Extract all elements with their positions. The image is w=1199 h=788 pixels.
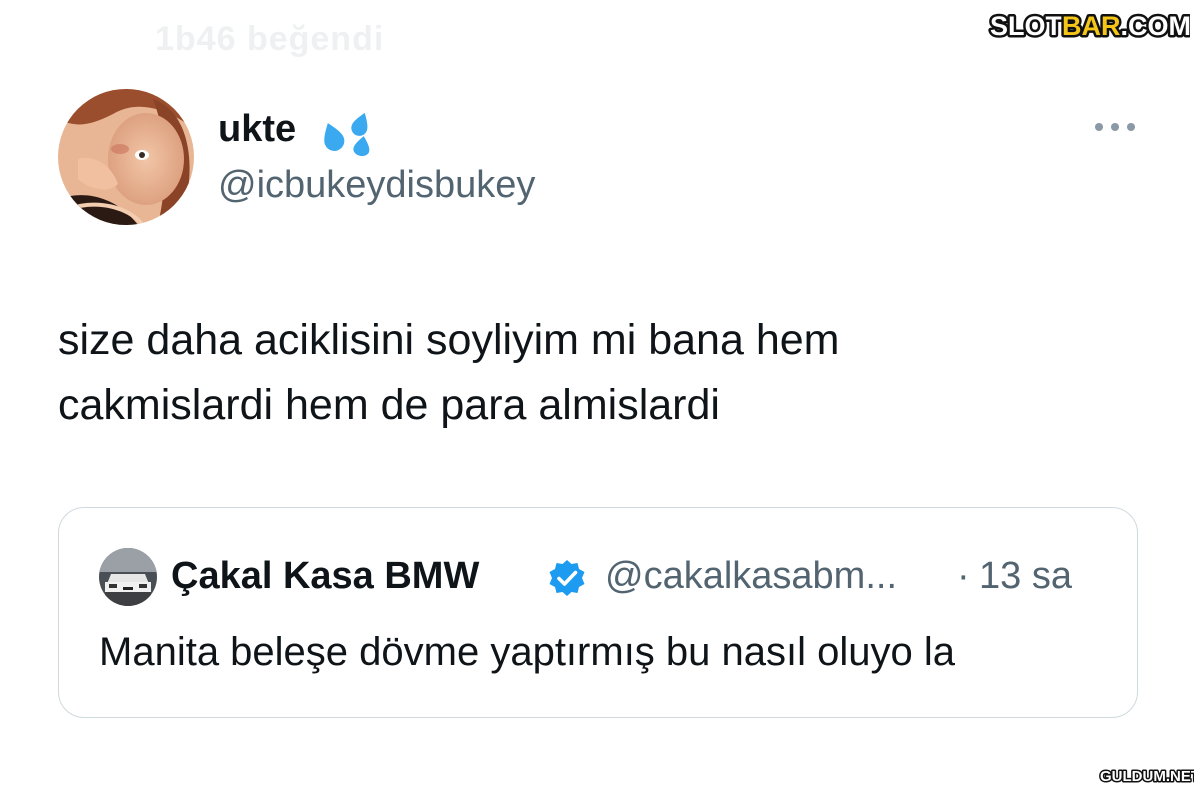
tweet-text-line: size daha aciklisini soyliyim mi bana he… xyxy=(58,316,840,364)
quoted-tweet-card[interactable]: Çakal Kasa BMW @cakalkasabm... · 13 sa M… xyxy=(58,507,1138,718)
author-display-name[interactable]: ukte xyxy=(218,108,296,151)
quoted-author-name[interactable]: Çakal Kasa BMW xyxy=(171,555,479,598)
more-dots-icon xyxy=(1095,123,1135,131)
guldum-watermark: GULDUM.NET xyxy=(1099,767,1195,786)
author-avatar[interactable] xyxy=(58,89,194,225)
slotbar-watermark: SLOTBAR.COM xyxy=(986,8,1190,42)
watermark-top-suffix: .COM xyxy=(1121,11,1191,41)
quoted-tweet-text: Manita beleşe dövme yaptırmış bu nasıl o… xyxy=(99,630,955,674)
tweet-text: size daha aciklisini soyliyim mi bana he… xyxy=(58,308,1148,438)
author-handle[interactable]: @icbukeydisbukey xyxy=(218,164,535,207)
more-options-button[interactable] xyxy=(1090,112,1140,142)
faded-header-text: 1b46 beğendi xyxy=(155,20,385,58)
quoted-tweet-time[interactable]: 13 sa xyxy=(979,555,1072,598)
watermark-bottom-text: GULDUM.NET xyxy=(1100,768,1194,785)
bmw-car-avatar xyxy=(99,548,157,606)
verified-badge-icon xyxy=(549,560,585,596)
separator-dot: · xyxy=(957,555,970,597)
quoted-author-avatar[interactable] xyxy=(99,548,157,606)
svg-text:SLOTBAR.COM: SLOTBAR.COM xyxy=(990,11,1190,41)
watermark-top-prefix: SLOT xyxy=(990,11,1063,41)
quoted-author-handle[interactable]: @cakalkasabm... xyxy=(605,555,897,598)
sweat-droplets-icon xyxy=(324,112,370,156)
tweet-text-line: cakmislardi hem de para almislardi xyxy=(58,381,720,429)
watermark-top-highlight: BAR xyxy=(1062,11,1121,41)
avatar-photo xyxy=(58,89,194,225)
